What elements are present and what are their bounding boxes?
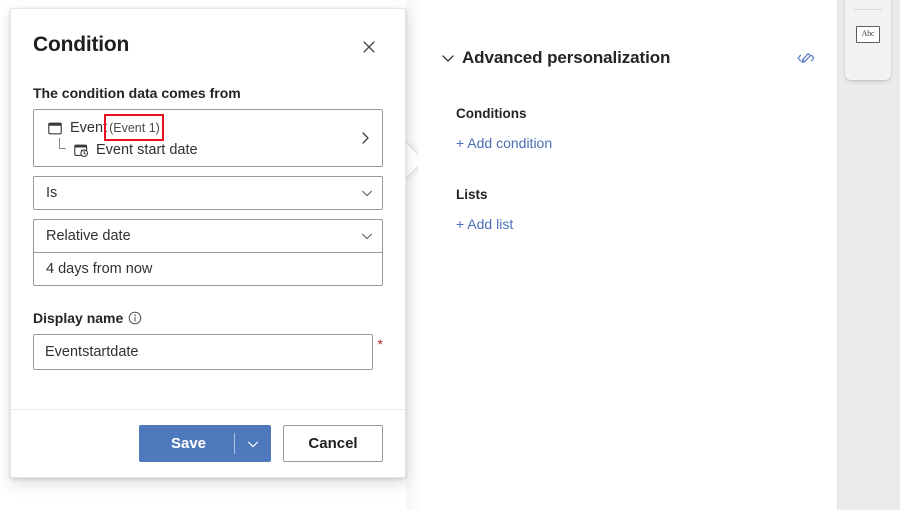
display-name-value: Eventstartdate (45, 344, 139, 360)
page-title: Condition (33, 31, 355, 59)
source-field-label-text: The condition data comes from (33, 85, 241, 101)
section-heading-lists: Lists (456, 187, 818, 202)
display-name-field[interactable]: Eventstartdate (33, 334, 373, 370)
chevron-down-icon[interactable] (438, 48, 458, 68)
entity-tag-wrapper: (Event 1) (107, 119, 160, 137)
toolbar-abc-label: Abc (862, 30, 875, 38)
calendar-icon (46, 120, 63, 137)
display-name-row: Eventstartdate * (33, 334, 383, 370)
cancel-button-label: Cancel (308, 435, 357, 452)
value-type-dropdown[interactable]: Relative date (33, 219, 383, 253)
source-parent-label: Event (70, 120, 107, 136)
condition-source-picker[interactable]: Event (Event 1) (33, 109, 383, 167)
advanced-personalization-panel: Advanced personalization Conditions + Ad… (420, 0, 838, 510)
save-options-chevron-down-icon[interactable] (235, 425, 271, 462)
relative-date-value-input[interactable]: 4 days from now (33, 252, 383, 286)
operator-dropdown[interactable]: Is (33, 176, 383, 210)
add-list-link[interactable]: + Add list (456, 216, 513, 232)
add-condition-link-wrap: + Add condition (438, 121, 818, 153)
source-tree: Event (Event 1) (34, 115, 348, 161)
panel-title: Advanced personalization (462, 48, 794, 68)
display-name-label-text: Display name (33, 310, 123, 326)
source-tree-parent: Event (Event 1) (46, 117, 348, 139)
floating-toolbar: Abc (845, 0, 891, 80)
value-type-value: Relative date (34, 228, 352, 244)
text-box-abc-icon-button[interactable]: Abc (852, 18, 884, 50)
required-marker: * (378, 334, 383, 354)
chevron-down-icon[interactable] (352, 229, 382, 243)
condition-dialog-footer: Save Cancel (11, 409, 405, 477)
cancel-button[interactable]: Cancel (283, 425, 383, 462)
relative-date-value: 4 days from now (34, 261, 382, 277)
text-box-abc-icon: Abc (856, 26, 880, 43)
save-button[interactable]: Save (139, 425, 234, 462)
display-name-label: Display name (33, 310, 383, 326)
calendar-clock-icon (72, 142, 89, 159)
close-icon[interactable] (355, 33, 383, 61)
condition-dialog-body: Condition The condition data comes from (11, 9, 405, 409)
add-list-link-wrap: + Add list (438, 202, 818, 234)
source-tree-child: Event start date (46, 139, 348, 161)
source-child-label: Event start date (96, 142, 198, 158)
source-parent-tag: (Event 1) (107, 121, 160, 135)
operator-value: Is (34, 185, 352, 201)
panel-header[interactable]: Advanced personalization (438, 44, 818, 72)
source-field-label: The condition data comes from (33, 85, 383, 101)
info-icon[interactable] (128, 311, 142, 325)
code-pencil-icon[interactable] (794, 46, 818, 70)
toolbar-divider (854, 9, 882, 10)
condition-dialog-titlebar: Condition (33, 9, 383, 61)
chevron-down-icon[interactable] (352, 186, 382, 200)
section-heading-conditions: Conditions (456, 106, 818, 121)
tree-elbow-connector (56, 142, 70, 158)
condition-dialog: Condition The condition data comes from (10, 8, 406, 478)
chevron-right-icon[interactable] (348, 130, 382, 146)
callout-pointer (404, 134, 418, 186)
diamond-gem-icon-button[interactable] (852, 0, 884, 4)
save-split-button[interactable]: Save (139, 425, 271, 462)
add-condition-link[interactable]: + Add condition (456, 135, 552, 151)
